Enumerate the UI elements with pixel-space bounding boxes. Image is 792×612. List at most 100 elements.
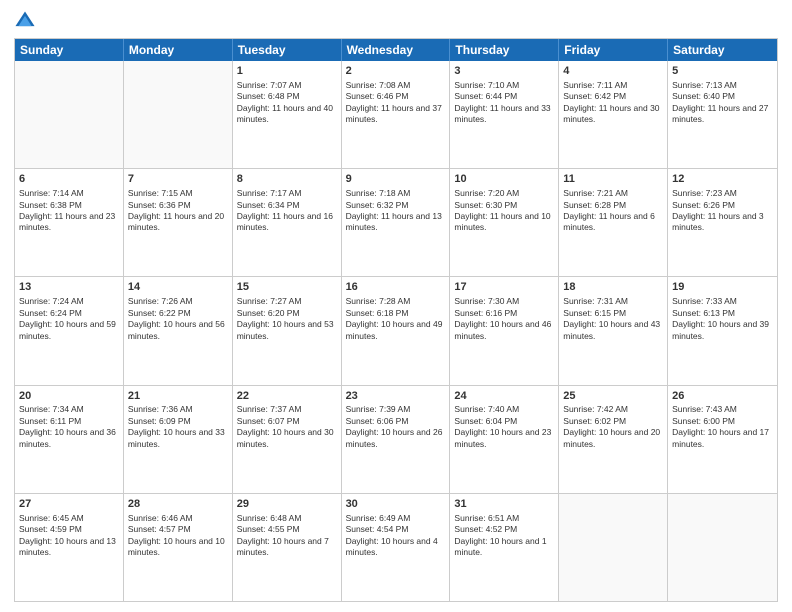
day-cell-27: 27Sunrise: 6:45 AM Sunset: 4:59 PM Dayli… [15,494,124,601]
day-number: 23 [346,389,446,404]
logo [14,10,40,32]
day-number: 14 [128,280,228,295]
day-cell-25: 25Sunrise: 7:42 AM Sunset: 6:02 PM Dayli… [559,386,668,493]
weekday-header-saturday: Saturday [668,39,777,61]
day-cell-5: 5Sunrise: 7:13 AM Sunset: 6:40 PM Daylig… [668,61,777,168]
day-info: Sunrise: 7:40 AM Sunset: 6:04 PM Dayligh… [454,404,554,450]
logo-icon [14,10,36,32]
day-number: 19 [672,280,773,295]
day-number: 28 [128,497,228,512]
empty-cell [559,494,668,601]
day-cell-29: 29Sunrise: 6:48 AM Sunset: 4:55 PM Dayli… [233,494,342,601]
day-number: 5 [672,64,773,79]
day-info: Sunrise: 7:13 AM Sunset: 6:40 PM Dayligh… [672,80,773,126]
day-info: Sunrise: 7:42 AM Sunset: 6:02 PM Dayligh… [563,404,663,450]
day-cell-1: 1Sunrise: 7:07 AM Sunset: 6:48 PM Daylig… [233,61,342,168]
day-number: 27 [19,497,119,512]
day-cell-17: 17Sunrise: 7:30 AM Sunset: 6:16 PM Dayli… [450,277,559,384]
day-number: 22 [237,389,337,404]
day-cell-7: 7Sunrise: 7:15 AM Sunset: 6:36 PM Daylig… [124,169,233,276]
day-number: 1 [237,64,337,79]
weekday-header-monday: Monday [124,39,233,61]
day-number: 11 [563,172,663,187]
day-info: Sunrise: 7:20 AM Sunset: 6:30 PM Dayligh… [454,188,554,234]
day-number: 31 [454,497,554,512]
day-number: 4 [563,64,663,79]
day-info: Sunrise: 7:43 AM Sunset: 6:00 PM Dayligh… [672,404,773,450]
calendar: SundayMondayTuesdayWednesdayThursdayFrid… [14,38,778,602]
day-info: Sunrise: 7:39 AM Sunset: 6:06 PM Dayligh… [346,404,446,450]
day-info: Sunrise: 7:07 AM Sunset: 6:48 PM Dayligh… [237,80,337,126]
day-cell-3: 3Sunrise: 7:10 AM Sunset: 6:44 PM Daylig… [450,61,559,168]
day-info: Sunrise: 7:18 AM Sunset: 6:32 PM Dayligh… [346,188,446,234]
calendar-header: SundayMondayTuesdayWednesdayThursdayFrid… [15,39,777,61]
day-number: 13 [19,280,119,295]
day-info: Sunrise: 6:51 AM Sunset: 4:52 PM Dayligh… [454,513,554,559]
day-info: Sunrise: 7:11 AM Sunset: 6:42 PM Dayligh… [563,80,663,126]
day-number: 25 [563,389,663,404]
day-info: Sunrise: 7:15 AM Sunset: 6:36 PM Dayligh… [128,188,228,234]
weekday-header-tuesday: Tuesday [233,39,342,61]
day-info: Sunrise: 7:37 AM Sunset: 6:07 PM Dayligh… [237,404,337,450]
day-info: Sunrise: 6:49 AM Sunset: 4:54 PM Dayligh… [346,513,446,559]
day-number: 26 [672,389,773,404]
day-number: 2 [346,64,446,79]
day-info: Sunrise: 7:30 AM Sunset: 6:16 PM Dayligh… [454,296,554,342]
day-info: Sunrise: 7:14 AM Sunset: 6:38 PM Dayligh… [19,188,119,234]
day-cell-23: 23Sunrise: 7:39 AM Sunset: 6:06 PM Dayli… [342,386,451,493]
day-number: 30 [346,497,446,512]
day-cell-19: 19Sunrise: 7:33 AM Sunset: 6:13 PM Dayli… [668,277,777,384]
day-cell-16: 16Sunrise: 7:28 AM Sunset: 6:18 PM Dayli… [342,277,451,384]
day-cell-4: 4Sunrise: 7:11 AM Sunset: 6:42 PM Daylig… [559,61,668,168]
weekday-header-thursday: Thursday [450,39,559,61]
day-cell-24: 24Sunrise: 7:40 AM Sunset: 6:04 PM Dayli… [450,386,559,493]
day-cell-15: 15Sunrise: 7:27 AM Sunset: 6:20 PM Dayli… [233,277,342,384]
day-number: 24 [454,389,554,404]
day-cell-9: 9Sunrise: 7:18 AM Sunset: 6:32 PM Daylig… [342,169,451,276]
day-number: 18 [563,280,663,295]
day-info: Sunrise: 7:23 AM Sunset: 6:26 PM Dayligh… [672,188,773,234]
day-number: 3 [454,64,554,79]
day-cell-6: 6Sunrise: 7:14 AM Sunset: 6:38 PM Daylig… [15,169,124,276]
weekday-header-wednesday: Wednesday [342,39,451,61]
day-cell-28: 28Sunrise: 6:46 AM Sunset: 4:57 PM Dayli… [124,494,233,601]
calendar-row-0: 1Sunrise: 7:07 AM Sunset: 6:48 PM Daylig… [15,61,777,168]
day-cell-31: 31Sunrise: 6:51 AM Sunset: 4:52 PM Dayli… [450,494,559,601]
day-number: 10 [454,172,554,187]
day-info: Sunrise: 6:46 AM Sunset: 4:57 PM Dayligh… [128,513,228,559]
day-number: 17 [454,280,554,295]
day-number: 21 [128,389,228,404]
day-cell-11: 11Sunrise: 7:21 AM Sunset: 6:28 PM Dayli… [559,169,668,276]
page: SundayMondayTuesdayWednesdayThursdayFrid… [0,0,792,612]
day-number: 20 [19,389,119,404]
header [14,10,778,32]
day-cell-12: 12Sunrise: 7:23 AM Sunset: 6:26 PM Dayli… [668,169,777,276]
day-cell-21: 21Sunrise: 7:36 AM Sunset: 6:09 PM Dayli… [124,386,233,493]
day-cell-30: 30Sunrise: 6:49 AM Sunset: 4:54 PM Dayli… [342,494,451,601]
day-info: Sunrise: 7:27 AM Sunset: 6:20 PM Dayligh… [237,296,337,342]
day-info: Sunrise: 7:28 AM Sunset: 6:18 PM Dayligh… [346,296,446,342]
day-number: 15 [237,280,337,295]
day-info: Sunrise: 7:17 AM Sunset: 6:34 PM Dayligh… [237,188,337,234]
day-cell-8: 8Sunrise: 7:17 AM Sunset: 6:34 PM Daylig… [233,169,342,276]
day-number: 7 [128,172,228,187]
day-cell-10: 10Sunrise: 7:20 AM Sunset: 6:30 PM Dayli… [450,169,559,276]
weekday-header-friday: Friday [559,39,668,61]
day-number: 9 [346,172,446,187]
calendar-row-3: 20Sunrise: 7:34 AM Sunset: 6:11 PM Dayli… [15,385,777,493]
day-number: 16 [346,280,446,295]
day-number: 12 [672,172,773,187]
day-info: Sunrise: 7:26 AM Sunset: 6:22 PM Dayligh… [128,296,228,342]
day-info: Sunrise: 7:36 AM Sunset: 6:09 PM Dayligh… [128,404,228,450]
day-info: Sunrise: 6:48 AM Sunset: 4:55 PM Dayligh… [237,513,337,559]
day-cell-26: 26Sunrise: 7:43 AM Sunset: 6:00 PM Dayli… [668,386,777,493]
day-info: Sunrise: 6:45 AM Sunset: 4:59 PM Dayligh… [19,513,119,559]
empty-cell [668,494,777,601]
day-number: 6 [19,172,119,187]
day-info: Sunrise: 7:33 AM Sunset: 6:13 PM Dayligh… [672,296,773,342]
day-info: Sunrise: 7:10 AM Sunset: 6:44 PM Dayligh… [454,80,554,126]
day-number: 8 [237,172,337,187]
day-info: Sunrise: 7:24 AM Sunset: 6:24 PM Dayligh… [19,296,119,342]
day-number: 29 [237,497,337,512]
day-cell-20: 20Sunrise: 7:34 AM Sunset: 6:11 PM Dayli… [15,386,124,493]
